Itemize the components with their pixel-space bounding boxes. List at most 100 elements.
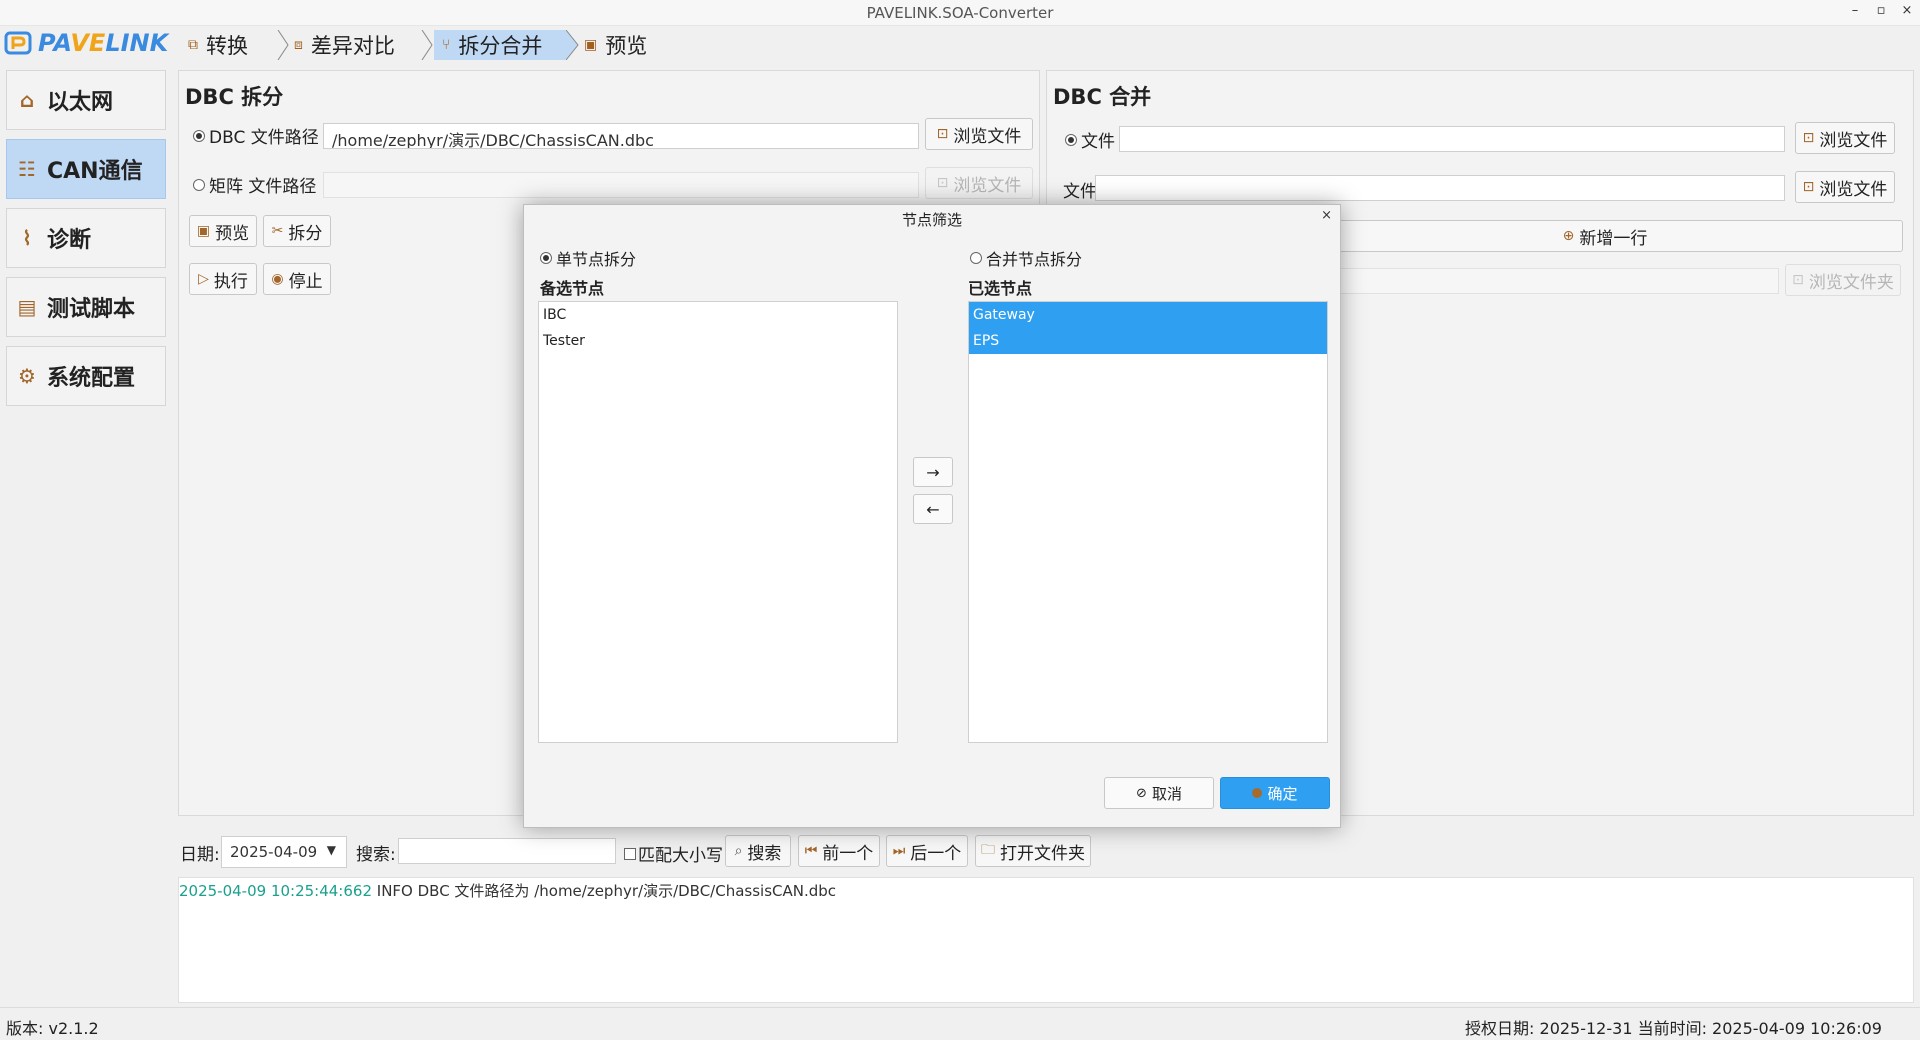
browse-merge-file-1-button[interactable]: ⊡ 浏览文件 — [1795, 122, 1895, 154]
sidebar-item-diagnosis[interactable]: ⌇ 诊断 — [6, 208, 166, 268]
list-item[interactable]: Tester — [539, 328, 897, 354]
sidebar-item-ethernet[interactable]: ⌂ 以太网 — [6, 70, 166, 130]
browse-folder-button[interactable]: ⊡ 浏览文件夹 — [1785, 264, 1901, 296]
preview-icon: ▣ — [196, 223, 211, 239]
split-button[interactable]: ✂ 拆分 — [263, 215, 331, 247]
matrix-path-radio[interactable]: 矩阵 文件路径 — [193, 172, 316, 197]
merge-file-input-2[interactable] — [1095, 175, 1785, 201]
sidebar-item-test-script[interactable]: ▤ 测试脚本 — [6, 277, 166, 337]
preview-icon: ▣ — [584, 37, 598, 53]
open-folder-button[interactable]: 🗀 打开文件夹 — [975, 835, 1091, 867]
search-input[interactable] — [398, 838, 616, 864]
next-button[interactable]: ⏭ 后一个 — [886, 835, 968, 867]
stop-icon: ◉ — [271, 271, 284, 287]
execute-button[interactable]: ▷ 执行 — [189, 263, 257, 295]
list-item[interactable]: IBC — [539, 302, 897, 328]
browse-merge-file-2-button[interactable]: ⊡ 浏览文件 — [1795, 171, 1895, 203]
app-logo: PAVELINK — [4, 28, 168, 60]
version-text: 版本: v2.1.2 — [6, 1019, 99, 1038]
move-left-button[interactable]: ← — [913, 494, 953, 524]
browse-file-icon: ⊡ — [936, 126, 949, 142]
tab-separator-icon — [566, 30, 579, 60]
script-icon: ▤ — [17, 295, 37, 319]
folder-icon: ⊡ — [1792, 272, 1804, 288]
add-row-button[interactable]: ⊕ 新增一行 — [1307, 220, 1903, 252]
search-label: 搜索: — [356, 845, 396, 865]
merge-folder-input[interactable] — [1307, 268, 1779, 294]
list-item[interactable]: EPS — [969, 328, 1327, 354]
ethernet-icon: ⌂ — [19, 88, 35, 112]
sidebar-item-can[interactable]: ☷ CAN通信 — [6, 139, 166, 199]
log-output[interactable]: 2025-04-09 10:25:44:662 INFO DBC 文件路径为 /… — [178, 877, 1914, 1003]
tab-convert[interactable]: ⧉ 转换 — [188, 30, 278, 60]
dialog-close-button[interactable]: × — [1321, 208, 1332, 223]
logo-text: PAVELINK — [38, 29, 169, 57]
can-icon: ☷ — [18, 157, 36, 181]
radio-indicator — [970, 252, 982, 264]
folder-icon: 🗀 — [981, 842, 995, 858]
single-node-split-radio[interactable]: 单节点拆分 — [540, 246, 636, 270]
scissors-icon: ✂ — [271, 223, 284, 239]
date-select[interactable]: 2025-04-09 ▼ — [221, 836, 347, 868]
chevron-down-icon: ▼ — [326, 843, 336, 857]
browse-file-icon: ⊡ — [1802, 130, 1815, 146]
log-line: 2025-04-09 10:25:44:662 INFO DBC 文件路径为 /… — [179, 882, 837, 900]
tab-compare[interactable]: ⧈ 差异对比 — [294, 30, 418, 60]
merge-file-radio[interactable]: 文件 — [1065, 127, 1115, 152]
tab-separator-icon — [421, 30, 433, 60]
top-tab-bar: ⧉ 转换 ⧈ 差异对比 ⑂ 拆分合并 ▣ 预览 — [176, 28, 1920, 62]
tab-separator-icon — [277, 30, 289, 60]
dialog-title: 节点筛选 — [901, 211, 962, 229]
title-bar: PAVELINK.SOA-Converter – ▫ × — [0, 0, 1920, 26]
tab-split-merge[interactable]: ⑂ 拆分合并 — [434, 30, 566, 60]
browse-dbc-button[interactable]: ⊡ 浏览文件 — [925, 118, 1033, 150]
browse-matrix-button[interactable]: ⊡ 浏览文件 — [925, 167, 1033, 199]
merge-file-input-1[interactable] — [1119, 126, 1785, 152]
logo-mark-icon — [4, 31, 32, 55]
diagnosis-icon: ⌇ — [22, 226, 32, 250]
ok-button[interactable]: 确定 — [1220, 777, 1330, 809]
close-window-button[interactable]: × — [1898, 3, 1916, 18]
license-time-text: 授权日期: 2025-12-31 当前时间: 2025-04-09 10:26:… — [1465, 1019, 1882, 1038]
maximize-button[interactable]: ▫ — [1872, 3, 1890, 18]
merge-file-label-2: 文件 — [1063, 182, 1097, 202]
search-icon: ⌕ — [734, 843, 743, 859]
window-title: PAVELINK.SOA-Converter — [866, 4, 1054, 22]
checkbox-box — [624, 847, 636, 860]
search-button[interactable]: ⌕ 搜索 — [725, 835, 791, 867]
cancel-icon: ⊘ — [1136, 785, 1147, 801]
prev-icon: ⏮ — [804, 843, 818, 859]
sidebar-item-system-config[interactable]: ⚙ 系统配置 — [6, 346, 166, 406]
stop-button[interactable]: ◉ 停止 — [263, 263, 331, 295]
merge-node-split-radio[interactable]: 合并节点拆分 — [970, 246, 1082, 270]
play-icon: ▷ — [198, 271, 209, 287]
convert-icon: ⧉ — [188, 37, 198, 53]
radio-indicator — [540, 252, 552, 264]
radio-indicator — [1065, 133, 1077, 146]
match-case-checkbox[interactable]: 匹配大小写 — [624, 841, 723, 866]
radio-indicator — [193, 129, 205, 142]
prev-button[interactable]: ⏮ 前一个 — [798, 835, 880, 867]
node-filter-dialog: 节点筛选 × 单节点拆分 合并节点拆分 备选节点 已选节点 IBC Tester… — [523, 204, 1341, 828]
browse-file-icon: ⊡ — [1802, 179, 1815, 195]
move-right-button[interactable]: → — [913, 457, 953, 487]
split-merge-icon: ⑂ — [442, 37, 451, 53]
next-icon: ⏭ — [892, 843, 906, 859]
cancel-button[interactable]: ⊘ 取消 — [1104, 777, 1214, 809]
available-nodes-list[interactable]: IBC Tester — [538, 301, 898, 743]
date-label: 日期: — [180, 845, 220, 865]
browse-file-icon: ⊡ — [936, 175, 949, 191]
list-item[interactable]: Gateway — [969, 302, 1327, 328]
matrix-path-input[interactable] — [323, 172, 919, 198]
preview-button[interactable]: ▣ 预览 — [189, 215, 257, 247]
dbc-path-input[interactable]: /home/zephyr/演示/DBC/ChassisCAN.dbc — [323, 123, 919, 149]
ok-icon — [1252, 788, 1263, 798]
compare-icon: ⧈ — [294, 37, 303, 53]
gear-icon: ⚙ — [18, 364, 36, 388]
tab-preview[interactable]: ▣ 预览 — [584, 30, 674, 60]
radio-indicator — [193, 178, 205, 191]
minimize-button[interactable]: – — [1846, 3, 1864, 18]
dbc-path-radio[interactable]: DBC 文件路径 — [193, 123, 319, 148]
split-title: DBC 拆分 — [185, 85, 284, 109]
selected-nodes-list[interactable]: Gateway EPS — [968, 301, 1328, 743]
